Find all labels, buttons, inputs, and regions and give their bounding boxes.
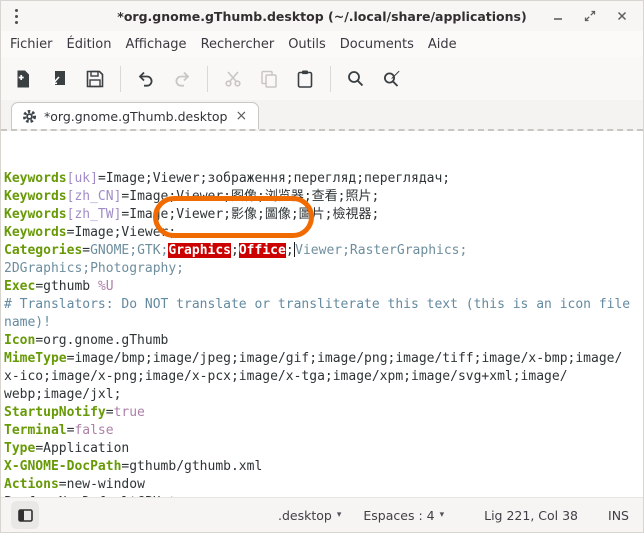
language-selector[interactable]: .desktop ▾ xyxy=(278,508,341,523)
cut-icon xyxy=(223,69,243,89)
chevron-down-icon: ▾ xyxy=(440,510,445,520)
cut-button[interactable] xyxy=(215,62,251,96)
save-icon xyxy=(85,69,105,89)
find-button[interactable] xyxy=(338,62,374,96)
copy-icon xyxy=(259,69,279,89)
language-label: .desktop xyxy=(278,508,332,523)
text-editor[interactable]: Keywords[uk]=Image;Viewer;зображення;пер… xyxy=(1,131,643,497)
code-line: x-ico;image/x-png;image/x-pcx;image/x-tg… xyxy=(4,368,643,386)
copy-button[interactable] xyxy=(251,62,287,96)
side-panel-toggle-button[interactable] xyxy=(11,501,39,529)
code-line: Keywords=Image;Viewer; xyxy=(4,224,643,242)
titlebar: *org.gnome.gThumb.desktop (~/.local/shar… xyxy=(1,1,643,31)
code-line: # Translators: Do NOT translate or trans… xyxy=(4,296,643,314)
search-replace-icon xyxy=(382,69,402,89)
close-icon xyxy=(615,9,629,23)
paste-icon xyxy=(295,69,315,89)
menu-documents[interactable]: Documents xyxy=(333,37,421,52)
toolbar xyxy=(1,57,643,100)
minimize-icon xyxy=(551,9,565,23)
chevron-down-icon: ▾ xyxy=(337,510,342,520)
menu-edition[interactable]: Édition xyxy=(60,37,119,52)
gear-icon xyxy=(22,109,37,124)
toolbar-separator xyxy=(207,66,208,92)
tab-label: *org.gnome.gThumb.desktop xyxy=(44,109,227,124)
open-document-icon xyxy=(49,69,69,89)
code-line: Exec=gthumb %U xyxy=(4,278,643,296)
code-line: Keywords[uk]=Image;Viewer;зображення;пер… xyxy=(4,170,643,188)
code-line: Keywords[zh_CN]=Image;Viewer;图像;浏览器;查看;照… xyxy=(4,188,643,206)
statusbar-right: .desktop ▾ Espaces : 4 ▾ Lig 221, Col 38… xyxy=(278,508,633,523)
code-line: 2DGraphics;Photography; xyxy=(4,260,643,278)
code-line: Icon=org.gnome.gThumb xyxy=(4,332,643,350)
paste-button[interactable] xyxy=(287,62,323,96)
redo-icon xyxy=(172,69,192,89)
restore-icon xyxy=(583,9,597,23)
code-line: Keywords[zh_TW]=Image;Viewer;影像;圖像;圖片;檢視… xyxy=(4,206,643,224)
code-line: PrefersNonDefaultGPU=true xyxy=(4,494,643,497)
redo-button[interactable] xyxy=(164,62,200,96)
new-document-icon xyxy=(13,69,33,89)
new-document-button[interactable] xyxy=(5,62,41,96)
restore-button[interactable] xyxy=(581,7,599,25)
window-controls xyxy=(549,7,643,25)
code-line: X-GNOME-DocPath=gthumb/gthumb.xml xyxy=(4,458,643,476)
code-line: webp;image/jxl; xyxy=(4,386,643,404)
minimize-button[interactable] xyxy=(549,7,567,25)
menu-aide[interactable]: Aide xyxy=(421,37,464,52)
code-line: StartupNotify=true xyxy=(4,404,643,422)
code-line: Type=Application xyxy=(4,440,643,458)
menu-affichage[interactable]: Affichage xyxy=(118,37,193,52)
code-line: name)! xyxy=(4,314,643,332)
close-button[interactable] xyxy=(613,7,631,25)
code-line: MimeType=image/bmp;image/jpeg;image/gif;… xyxy=(4,350,643,368)
tab-close-icon[interactable]: × xyxy=(234,109,248,123)
tab-width-selector[interactable]: Espaces : 4 ▾ xyxy=(363,508,444,523)
undo-button[interactable] xyxy=(128,62,164,96)
code-line: Terminal=false xyxy=(4,422,643,440)
code-line: Categories=GNOME;GTK;Graphics;Office;Vie… xyxy=(4,242,643,260)
toolbar-separator xyxy=(330,66,331,92)
toolbar-separator xyxy=(120,66,121,92)
menubar: Fichier Édition Affichage Rechercher Out… xyxy=(1,31,643,57)
tab-org-gnome-gthumb-desktop[interactable]: *org.gnome.gThumb.desktop × xyxy=(11,102,259,129)
find-and-replace-button[interactable] xyxy=(374,62,410,96)
code-lines: Keywords[uk]=Image;Viewer;зображення;пер… xyxy=(4,170,643,497)
menu-fichier[interactable]: Fichier xyxy=(3,37,60,52)
undo-icon xyxy=(136,69,156,89)
app-window: *org.gnome.gThumb.desktop (~/.local/shar… xyxy=(0,0,644,533)
statusbar: .desktop ▾ Espaces : 4 ▾ Lig 221, Col 38… xyxy=(1,497,643,532)
search-icon xyxy=(346,69,366,89)
input-mode-indicator: INS xyxy=(608,508,629,523)
menu-outils[interactable]: Outils xyxy=(281,37,333,52)
tabbar: *org.gnome.gThumb.desktop × xyxy=(1,100,643,131)
side-panel-icon xyxy=(18,509,33,522)
code-line: Actions=new-window xyxy=(4,476,643,494)
save-document-button[interactable] xyxy=(77,62,113,96)
cursor-position-label: Lig 221, Col 38 xyxy=(484,508,578,523)
open-document-button[interactable] xyxy=(41,62,77,96)
window-title: *org.gnome.gThumb.desktop (~/.local/shar… xyxy=(1,9,643,24)
tab-width-label: Espaces : 4 xyxy=(363,508,434,523)
menu-rechercher[interactable]: Rechercher xyxy=(194,37,282,52)
